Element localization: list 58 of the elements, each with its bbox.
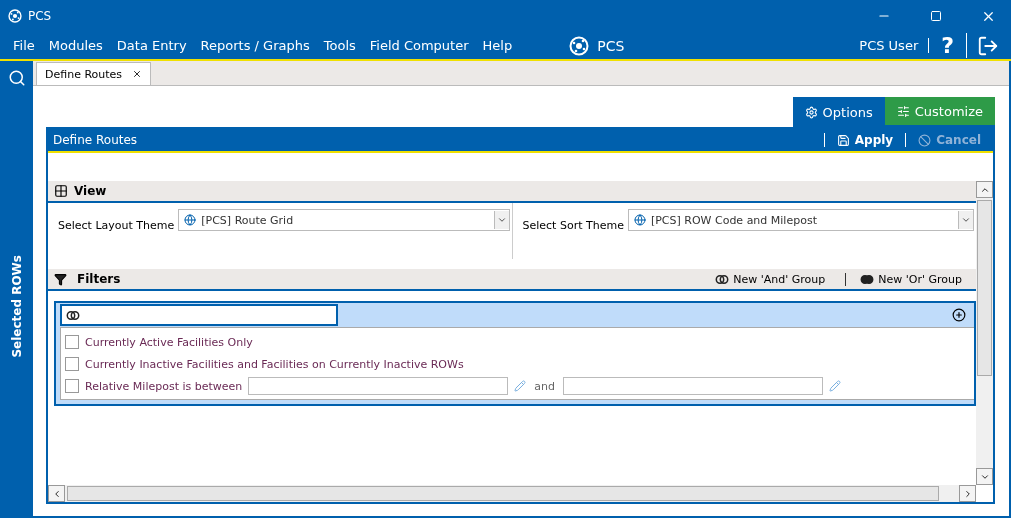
close-tab-icon[interactable] xyxy=(132,69,143,79)
app-name: PCS xyxy=(597,37,625,54)
section-title: View xyxy=(74,184,107,198)
logo-icon xyxy=(8,9,22,23)
menu-item[interactable]: Data Entry xyxy=(109,38,194,53)
horizontal-scrollbar[interactable] xyxy=(48,485,976,502)
rings-icon xyxy=(66,310,80,320)
checkbox[interactable] xyxy=(65,335,79,349)
action-button[interactable]: Apply xyxy=(823,133,906,147)
mode-tab[interactable]: Customize xyxy=(884,97,995,127)
condition-label: Currently Active Facilities Only xyxy=(85,335,253,349)
user-name[interactable]: PCS User xyxy=(859,38,930,53)
checkbox[interactable] xyxy=(65,357,79,371)
group-button[interactable]: New 'And' Group xyxy=(701,272,840,286)
input-field[interactable] xyxy=(563,377,824,395)
chevron-down-icon[interactable] xyxy=(496,215,507,225)
menu-item[interactable]: Field Computer xyxy=(362,38,476,53)
vertical-scrollbar[interactable] xyxy=(976,181,993,485)
menu-item[interactable]: Reports / Graphs xyxy=(193,38,317,53)
menu-item[interactable]: Help xyxy=(475,38,520,53)
field-label: Select Sort Theme xyxy=(522,219,624,232)
globe-icon xyxy=(184,214,197,226)
section-title: Filters xyxy=(77,272,122,286)
document-tab[interactable]: Define Routes xyxy=(36,62,152,85)
sidebar-tab[interactable]: Selected ROWs xyxy=(9,255,24,358)
checkbox[interactable] xyxy=(65,379,79,393)
chevron-down-icon[interactable] xyxy=(961,215,971,225)
window-title: PCS xyxy=(28,9,52,23)
edit-icon[interactable] xyxy=(514,380,527,392)
help-button[interactable]: ? xyxy=(929,33,967,58)
field-label: Select Layout Theme xyxy=(58,219,175,232)
add-icon[interactable] xyxy=(952,308,966,322)
group-operator-field[interactable] xyxy=(60,304,338,326)
sliders-icon xyxy=(896,104,910,118)
joiner-label: and xyxy=(534,379,556,393)
filter-icon xyxy=(54,272,67,286)
condition-label: Relative Milepost is between xyxy=(85,379,243,393)
grid-icon xyxy=(54,184,68,198)
cancel-icon xyxy=(918,133,932,147)
panel-title: Define Routes xyxy=(53,133,139,147)
maximize-icon[interactable] xyxy=(930,10,942,22)
menu-item[interactable]: Modules xyxy=(41,38,110,53)
logo-icon xyxy=(569,35,590,56)
save-icon xyxy=(836,133,850,147)
filled-rings-icon xyxy=(860,274,875,284)
mode-tab[interactable]: Options xyxy=(792,97,885,127)
layout-dropdown[interactable]: [PCS] Route Grid xyxy=(178,209,510,231)
globe-icon xyxy=(633,214,646,226)
rings-icon xyxy=(715,274,730,284)
logout-icon[interactable] xyxy=(977,34,999,57)
input-field[interactable] xyxy=(248,377,509,395)
sort-dropdown[interactable]: [PCS] ROW Code and Milepost xyxy=(627,209,974,231)
menu-item[interactable]: Tools xyxy=(316,38,363,53)
edit-icon[interactable] xyxy=(829,380,842,392)
gear-icon xyxy=(804,105,818,119)
search-icon[interactable] xyxy=(7,69,26,87)
menu-item[interactable]: File xyxy=(6,38,42,53)
condition-label: Currently Inactive Facilities and Facilities on Currently Inactive ROWs xyxy=(85,357,464,371)
